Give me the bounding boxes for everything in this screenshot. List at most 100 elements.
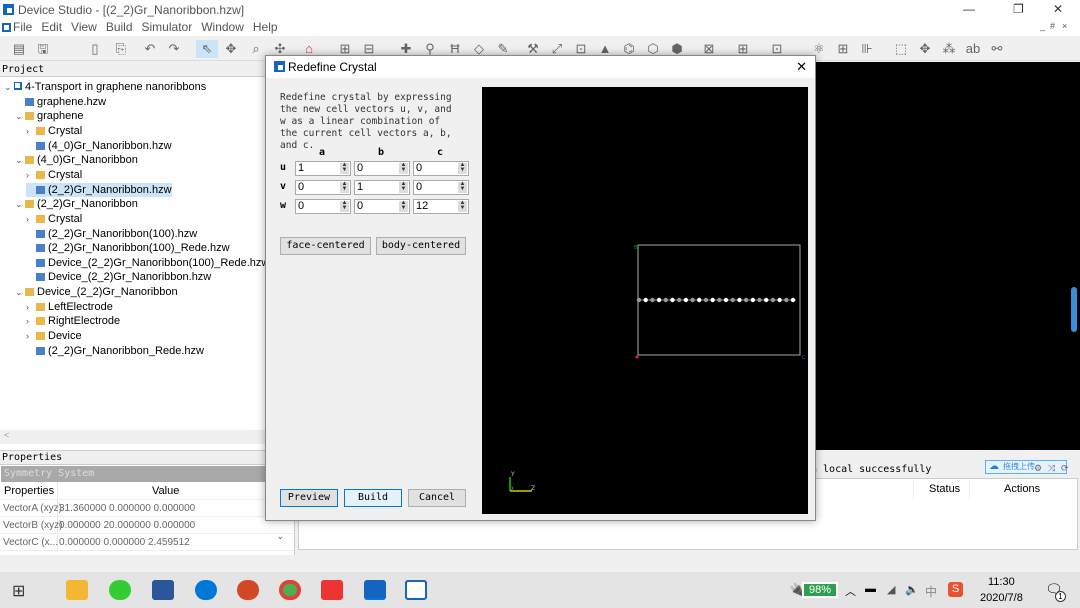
spinbox-u-a[interactable]: 1 ▲ ▼ (295, 161, 351, 176)
save-icon[interactable]: 🖫 (34, 40, 52, 58)
windows-start-icon[interactable]: ⊞ (12, 581, 25, 601)
wechat-icon[interactable] (109, 580, 131, 600)
spinbox-value[interactable]: 0 (416, 162, 422, 174)
menu-simulator[interactable]: Simulator (142, 20, 193, 34)
tree-item[interactable]: › Crystal (26, 168, 82, 182)
select-pointer-icon[interactable]: ⇖ (196, 40, 218, 58)
tree-item[interactable]: (2_2)Gr_Nanoribbon.hzw (26, 182, 172, 197)
open-icon[interactable]: ▤ (10, 40, 28, 58)
clock-date[interactable]: 2020/7/8 (980, 592, 1023, 604)
tree-item[interactable]: › Crystal (26, 212, 82, 226)
spin-arrows-icon[interactable]: ▲ ▼ (340, 200, 349, 212)
chrome-icon[interactable] (279, 580, 301, 600)
spinbox-v-b[interactable]: 1 ▲ ▼ (354, 180, 410, 195)
property-row[interactable]: VectorA (xyz) 31.360000 0.000000 0.000000 (0, 500, 294, 517)
box-icon[interactable]: ⬚ (892, 40, 910, 58)
spin-arrows-icon[interactable]: ▲ ▼ (340, 162, 349, 174)
spin-arrows-icon[interactable]: ▲ ▼ (340, 181, 349, 193)
preview-button[interactable]: Preview (280, 489, 338, 507)
tree-item[interactable]: ⌄ (2_2)Gr_Nanoribbon (15, 197, 138, 211)
tree-item[interactable]: › Crystal (26, 124, 82, 138)
spinbox-w-b[interactable]: 0 ▲ ▼ (354, 199, 410, 214)
spinbox-value[interactable]: 0 (416, 181, 422, 193)
tree-item[interactable]: Device_(2_2)Gr_Nanoribbon(100)_Rede.hzw (26, 256, 269, 270)
move-icon[interactable]: ✥ (916, 40, 934, 58)
undo-icon[interactable]: ↶ (141, 40, 159, 58)
network-icon[interactable]: ⁂ (940, 40, 958, 58)
spin-arrows-icon[interactable]: ▲ ▼ (458, 162, 467, 174)
new-file-icon[interactable]: ▯ (86, 40, 104, 58)
tree-item[interactable]: › Device (26, 329, 82, 343)
word-icon[interactable] (152, 580, 174, 600)
app-menu-icon[interactable] (2, 23, 11, 32)
shuffle-icon[interactable]: ⤨ (1048, 463, 1055, 474)
menu-edit[interactable]: Edit (41, 20, 62, 34)
spinbox-u-c[interactable]: 0 ▲ ▼ (413, 161, 469, 176)
tree-item[interactable]: › RightElectrode (26, 314, 120, 328)
spin-arrows-icon[interactable]: ▲ ▼ (399, 200, 408, 212)
mdi-close-button[interactable]: × (1062, 21, 1067, 31)
symmetry-system-section[interactable]: Symmetry System (1, 466, 293, 482)
chevron-down-icon[interactable]: ⌄ (15, 109, 25, 123)
property-row[interactable]: VectorC (x... 0.000000 0.000000 2.459512 (0, 534, 294, 551)
import-icon[interactable]: ⎘ (112, 40, 130, 58)
rotate-icon[interactable]: ✥ (222, 40, 240, 58)
battery-indicator[interactable]: 98% (802, 582, 838, 598)
body-centered-button[interactable]: body-centered (376, 237, 466, 255)
tree-item[interactable]: Device_(2_2)Gr_Nanoribbon.hzw (26, 270, 211, 284)
spinbox-value[interactable]: 0 (357, 200, 363, 212)
scroll-down-arrow-icon[interactable]: ⌄ (276, 531, 284, 542)
spinbox-u-b[interactable]: 0 ▲ ▼ (354, 161, 410, 176)
face-centered-button[interactable]: face-centered (280, 237, 371, 255)
cancel-button[interactable]: Cancel (408, 489, 466, 507)
menu-view[interactable]: View (71, 20, 97, 34)
sogou-ime-icon[interactable]: S (948, 582, 963, 597)
refresh-icon[interactable]: ⟳ (1061, 463, 1069, 474)
chevron-right-icon[interactable]: › (26, 124, 36, 138)
spin-arrows-icon[interactable]: ▲ ▼ (399, 181, 408, 193)
spinbox-v-a[interactable]: 0 ▲ ▼ (295, 180, 351, 195)
redo-icon[interactable]: ↷ (165, 40, 183, 58)
tree-item[interactable]: (4_0)Gr_Nanoribbon.hzw (26, 139, 172, 153)
chevron-right-icon[interactable]: › (26, 314, 36, 328)
menu-help[interactable]: Help (253, 20, 278, 34)
minimize-button[interactable]: — (963, 2, 975, 16)
chevron-down-icon[interactable]: ⌄ (15, 153, 25, 167)
spin-arrows-icon[interactable]: ▲ ▼ (458, 181, 467, 193)
close-button[interactable]: ✕ (1053, 2, 1063, 16)
settings-icon[interactable]: ⚙ (1034, 463, 1042, 474)
tree-item[interactable]: ⌄ 4-Transport in graphene nanoribbons (4, 80, 206, 94)
tree-item[interactable]: ⌄ (4_0)Gr_Nanoribbon (15, 153, 138, 167)
viewport-slider[interactable] (1071, 287, 1077, 332)
chevron-right-icon[interactable]: › (26, 212, 36, 226)
zoom-icon[interactable]: ⌕ (247, 40, 265, 58)
menu-window[interactable]: Window (201, 20, 244, 34)
spinbox-w-c[interactable]: 12 ▲ ▼ (413, 199, 469, 214)
spinbox-value[interactable]: 0 (298, 181, 304, 193)
spinbox-value[interactable]: 0 (357, 162, 363, 174)
spinbox-value[interactable]: 1 (357, 181, 363, 193)
ime-indicator[interactable]: 中 (925, 583, 937, 600)
tree-item[interactable]: (2_2)Gr_Nanoribbon_Rede.hzw (26, 344, 204, 358)
tree-item[interactable]: graphene.hzw (15, 95, 106, 109)
spinbox-w-a[interactable]: 0 ▲ ▼ (295, 199, 351, 214)
mdi-minimize-button[interactable]: _ (1040, 21, 1045, 31)
clock-time[interactable]: 11:30 (988, 576, 1015, 588)
tree-item[interactable]: ⌄ graphene (15, 109, 84, 123)
menu-build[interactable]: Build (106, 20, 133, 34)
tree-item[interactable]: (2_2)Gr_Nanoribbon(100).hzw (26, 227, 197, 241)
chevron-down-icon[interactable]: ⌄ (15, 285, 25, 299)
spinbox-value[interactable]: 12 (416, 200, 428, 212)
file-explorer-icon[interactable] (66, 580, 88, 600)
chevron-right-icon[interactable]: › (26, 300, 36, 314)
app-red-icon[interactable] (321, 580, 343, 600)
property-row[interactable]: VectorB (xyz) 0.000000 20.000000 0.000000 (0, 517, 294, 534)
slab-icon[interactable]: ⊪ (858, 40, 876, 58)
spinbox-v-c[interactable]: 0 ▲ ▼ (413, 180, 469, 195)
spin-arrows-icon[interactable]: ▲ ▼ (458, 200, 467, 212)
wifi-icon[interactable]: ◢ (887, 583, 895, 596)
show-hidden-icons[interactable]: ︿ (845, 583, 856, 599)
spinbox-value[interactable]: 1 (298, 162, 304, 174)
link-icon[interactable]: ⚯ (988, 40, 1006, 58)
edge-icon[interactable] (195, 580, 217, 600)
